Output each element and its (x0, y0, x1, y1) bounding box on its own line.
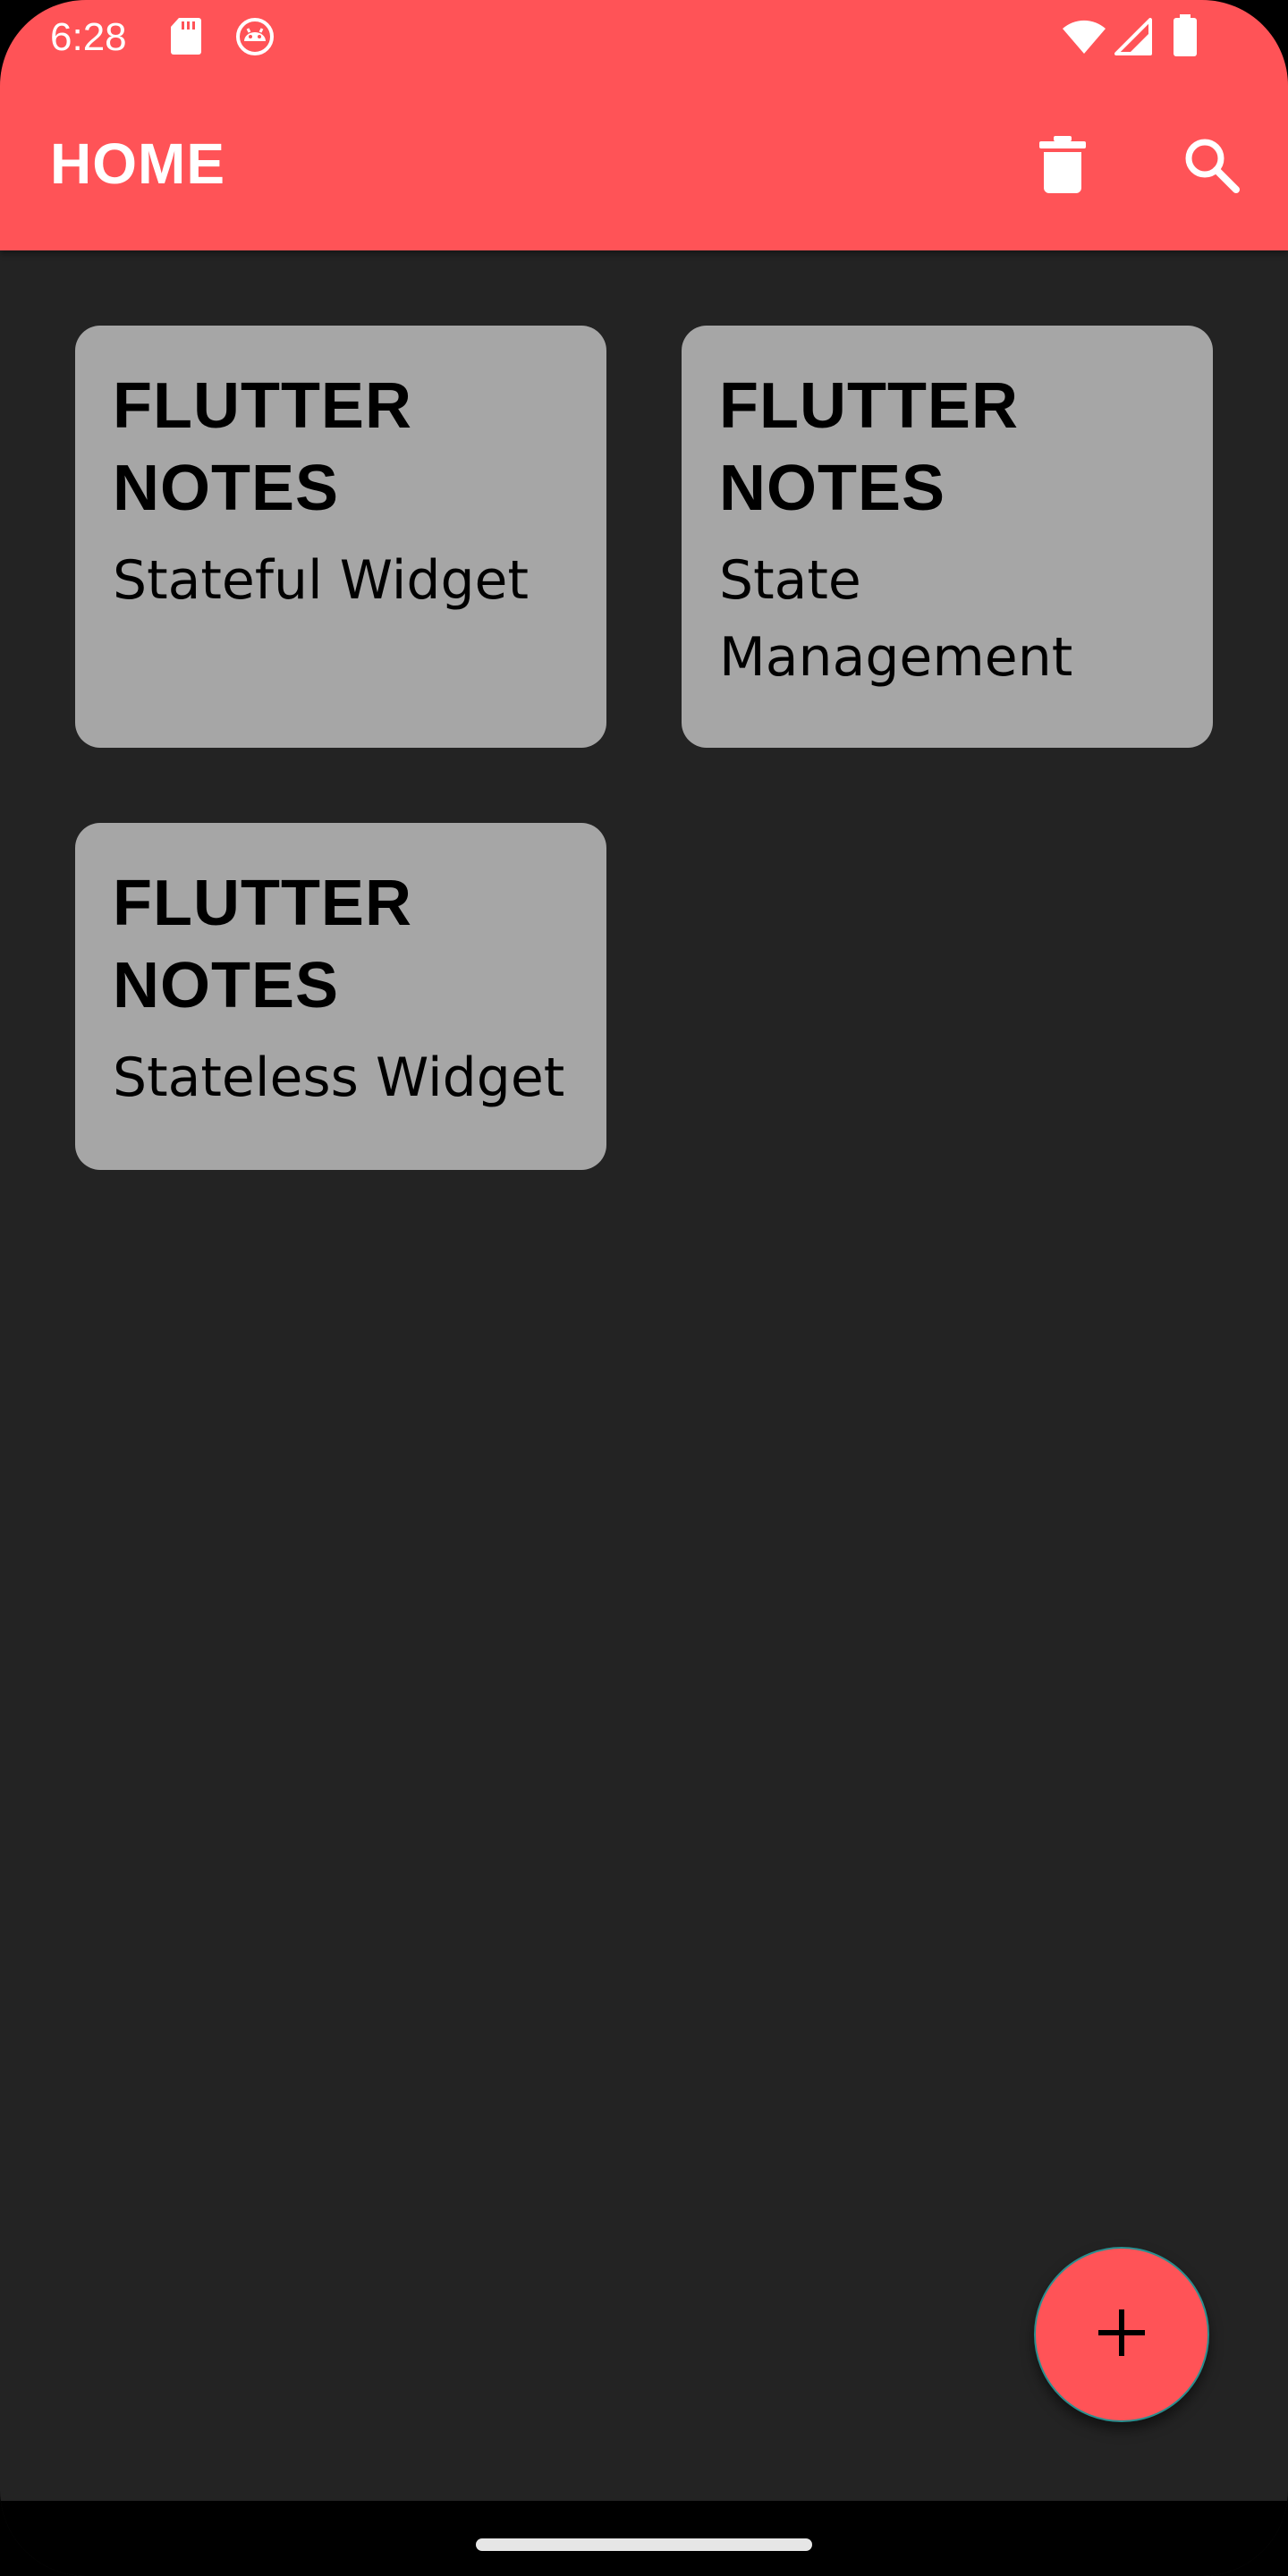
note-card[interactable]: FLUTTER NOTES Stateless Widget (75, 823, 606, 1170)
search-button[interactable] (1166, 122, 1256, 211)
page-title: HOME (50, 131, 225, 196)
phone-screen: 6:28 HOME FLUTTER NOTES Stateful Widget … (0, 0, 1288, 2576)
wifi-icon (1061, 18, 1107, 59)
notes-grid: FLUTTER NOTES Stateful Widget FLUTTER NO… (0, 250, 1288, 2501)
note-card[interactable]: FLUTTER NOTES State Management (682, 326, 1213, 748)
app-bar: HOME (0, 107, 1288, 224)
note-body: Stateless Widget (113, 1046, 565, 1109)
note-body: State Management (719, 549, 1073, 689)
note-card[interactable]: FLUTTER NOTES Stateful Widget (75, 326, 606, 748)
status-time: 6:28 (50, 15, 127, 59)
home-indicator[interactable] (476, 2538, 812, 2551)
android-debug-icon (234, 16, 275, 61)
delete-icon (1038, 134, 1088, 199)
system-nav-bar (0, 2501, 1288, 2576)
note-title: FLUTTER NOTES (113, 868, 412, 1021)
delete-button[interactable] (1018, 122, 1107, 211)
note-title: FLUTTER NOTES (113, 370, 412, 524)
signal-icon (1114, 18, 1152, 59)
note-body: Stateful Widget (113, 549, 529, 612)
battery-icon (1172, 14, 1199, 61)
app-header: 6:28 HOME (0, 0, 1288, 250)
add-note-button[interactable] (1034, 2247, 1209, 2422)
search-icon (1182, 136, 1240, 197)
sd-card-icon (170, 16, 202, 59)
note-title: FLUTTER NOTES (719, 370, 1019, 524)
add-icon (1097, 2308, 1147, 2361)
status-bar: 6:28 (0, 0, 1288, 75)
